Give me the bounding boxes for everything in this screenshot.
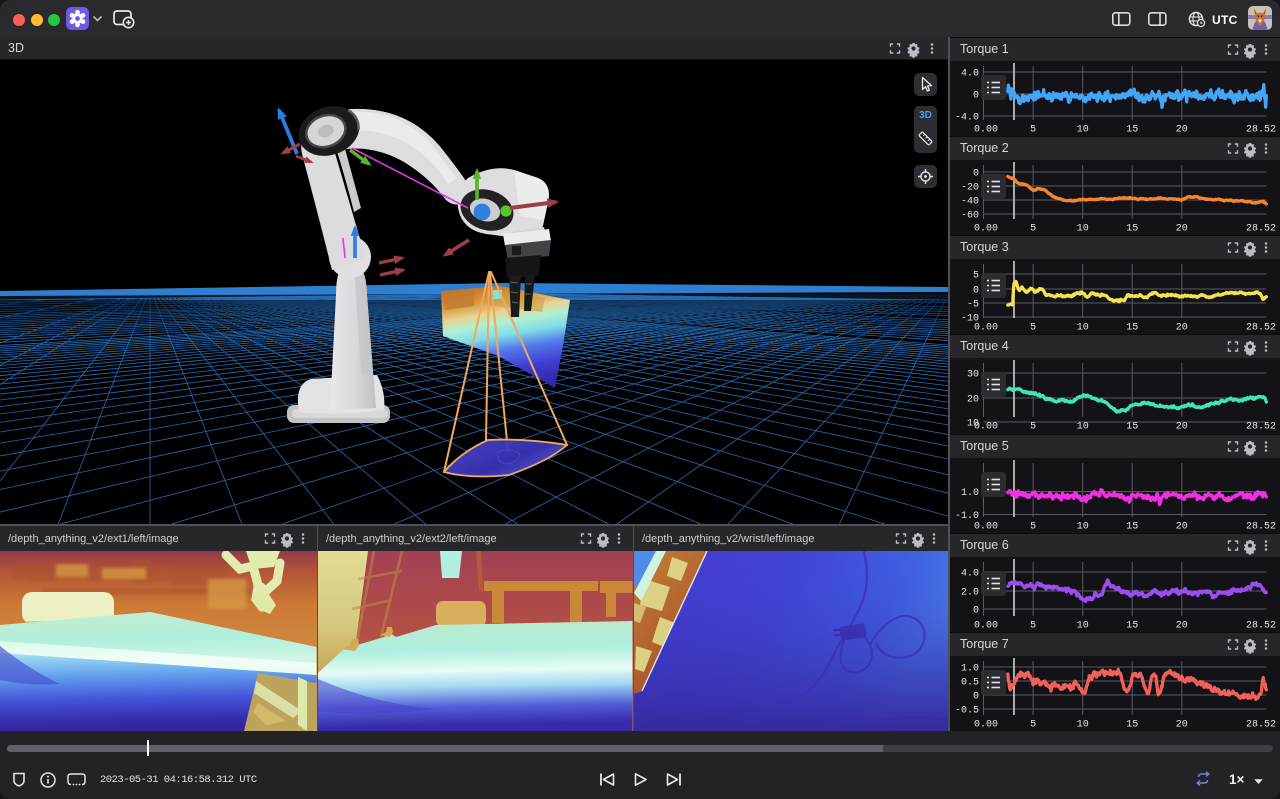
svg-text:0.00: 0.00: [974, 720, 998, 731]
svg-text:20: 20: [967, 395, 979, 406]
svg-text:0: 0: [973, 286, 979, 297]
svg-text:0: 0: [973, 606, 979, 617]
svg-text:0.5: 0.5: [961, 678, 979, 689]
svg-text:0: 0: [973, 692, 979, 703]
svg-text:0: 0: [973, 169, 979, 180]
svg-text:2.0: 2.0: [961, 588, 979, 599]
svg-text:30: 30: [967, 370, 979, 381]
svg-text:5: 5: [1030, 224, 1036, 235]
svg-text:20: 20: [1176, 323, 1188, 334]
svg-text:5: 5: [1030, 621, 1036, 632]
svg-text:5: 5: [1030, 522, 1036, 533]
svg-text:20: 20: [1176, 621, 1188, 632]
svg-text:-20: -20: [961, 183, 979, 194]
svg-text:0.00: 0.00: [974, 522, 998, 533]
svg-text:-4.0: -4.0: [955, 113, 979, 124]
svg-text:28.52: 28.52: [1246, 224, 1276, 235]
svg-text:5: 5: [1030, 125, 1036, 136]
svg-text:5: 5: [1030, 422, 1036, 433]
svg-text:15: 15: [1126, 125, 1138, 136]
svg-text:28.52: 28.52: [1246, 125, 1276, 136]
svg-text:10: 10: [1077, 720, 1089, 731]
svg-text:15: 15: [1126, 422, 1138, 433]
svg-text:-40: -40: [961, 197, 979, 208]
svg-text:0.00: 0.00: [974, 224, 998, 235]
svg-text:5: 5: [1030, 720, 1036, 731]
svg-text:15: 15: [1126, 323, 1138, 334]
svg-text:10: 10: [1077, 422, 1089, 433]
svg-text:10: 10: [1077, 522, 1089, 533]
svg-text:10: 10: [1077, 323, 1089, 334]
svg-text:20: 20: [1176, 125, 1188, 136]
svg-text:28.52: 28.52: [1246, 323, 1276, 334]
svg-text:4.0: 4.0: [961, 69, 979, 80]
svg-text:28.52: 28.52: [1246, 422, 1276, 433]
svg-text:5: 5: [1030, 323, 1036, 334]
svg-text:10: 10: [1077, 621, 1089, 632]
svg-text:15: 15: [1126, 224, 1138, 235]
svg-text:28.52: 28.52: [1246, 621, 1276, 632]
svg-text:28.52: 28.52: [1246, 522, 1276, 533]
svg-text:0.00: 0.00: [974, 323, 998, 334]
svg-text:0.00: 0.00: [974, 422, 998, 433]
svg-text:4.0: 4.0: [961, 569, 979, 580]
svg-text:20: 20: [1176, 720, 1188, 731]
svg-text:10: 10: [1077, 125, 1089, 136]
svg-text:-1.0: -1.0: [955, 511, 979, 522]
svg-text:20: 20: [1176, 522, 1188, 533]
svg-text:5: 5: [973, 271, 979, 282]
svg-text:1.0: 1.0: [961, 488, 979, 499]
svg-text:0: 0: [973, 91, 979, 102]
svg-text:0.00: 0.00: [974, 125, 998, 136]
svg-text:0.00: 0.00: [974, 621, 998, 632]
svg-text:15: 15: [1126, 621, 1138, 632]
svg-text:1.0: 1.0: [961, 664, 979, 675]
svg-text:-60: -60: [961, 211, 979, 222]
svg-text:15: 15: [1126, 522, 1138, 533]
svg-text:20: 20: [1176, 422, 1188, 433]
svg-text:28.52: 28.52: [1246, 720, 1276, 731]
svg-text:15: 15: [1126, 720, 1138, 731]
svg-text:-0.5: -0.5: [955, 706, 979, 717]
svg-text:20: 20: [1176, 224, 1188, 235]
svg-text:-5: -5: [967, 300, 979, 311]
svg-text:10: 10: [1077, 224, 1089, 235]
